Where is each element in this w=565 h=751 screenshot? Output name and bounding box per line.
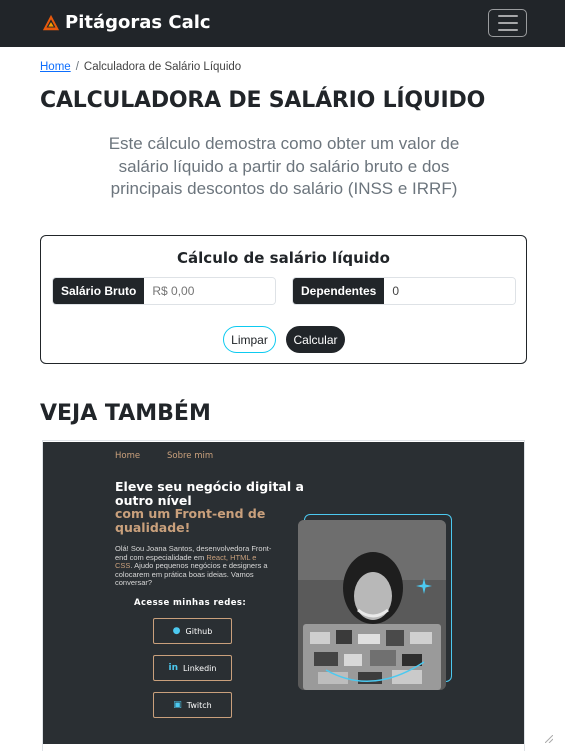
linkedin-icon: in — [168, 663, 179, 673]
breadcrumb-separator: / — [75, 61, 79, 73]
brand-link[interactable]: Pitágoras Calc — [42, 12, 211, 33]
preview-intro-text: Olá! Sou Joana Santos, desenvolvedora Fr… — [115, 544, 275, 588]
navbar: Pitágoras Calc — [0, 0, 565, 47]
portrait-illustration — [298, 520, 446, 690]
preview-intro-part: . Ajudo pequenos negócios e designers a … — [115, 561, 268, 588]
preview-github-button[interactable]: ● Github — [153, 618, 232, 644]
salary-input-group: Salário Bruto — [52, 277, 276, 305]
calculator-title: Cálculo de salário líquido — [177, 249, 390, 267]
preview-headline-accent: com um Front-end de qualidade! — [115, 506, 266, 535]
hamburger-line — [497, 22, 518, 24]
hamburger-line — [497, 29, 518, 31]
see-also-title: VEJA TAMBÉM — [40, 401, 211, 426]
calculate-button[interactable]: Calcular — [286, 326, 345, 353]
preview-github-label: Github — [185, 626, 213, 636]
salary-input[interactable] — [144, 278, 275, 304]
menu-toggle-button[interactable] — [488, 9, 527, 37]
salary-label: Salário Bruto — [53, 278, 145, 304]
github-icon: ● — [172, 626, 181, 636]
resize-handle-icon[interactable] — [545, 735, 553, 743]
preview-twitch-label: Twitch — [186, 700, 212, 710]
preview-linkedin-button[interactable]: in Linkedin — [153, 655, 232, 681]
preview-nav-about[interactable]: Sobre mim — [167, 451, 213, 461]
preview-linkedin-label: Linkedin — [183, 663, 217, 673]
project-preview[interactable]: Home Sobre mim Eleve seu negócio digital… — [43, 442, 524, 744]
preview-photo — [298, 514, 452, 690]
page-lead-text: Este cálculo demostra como obter um valo… — [108, 134, 460, 198]
preview-headline: Eleve seu negócio digital a outro nível — [115, 479, 304, 508]
twitch-icon: ▣ — [173, 700, 182, 710]
preview-nav-home[interactable]: Home — [115, 451, 140, 461]
preview-social-title: Acesse minhas redes: — [134, 598, 247, 608]
pyramid-logo-icon — [42, 14, 60, 30]
portrait-image — [298, 520, 446, 690]
dependents-input[interactable] — [384, 278, 515, 304]
breadcrumb: Home / Calculadora de Salário Líquido — [40, 61, 241, 73]
clear-button[interactable]: Limpar — [223, 326, 276, 353]
breadcrumb-current: Calculadora de Salário Líquido — [83, 61, 242, 73]
dependents-label: Dependentes — [293, 278, 385, 304]
brand-name: Pitágoras Calc — [65, 12, 211, 33]
dependents-input-group: Dependentes ▲ ▼ — [292, 277, 516, 305]
breadcrumb-home-link[interactable]: Home — [40, 61, 71, 73]
calculator-card: Cálculo de salário líquido Salário Bruto… — [40, 235, 527, 364]
sparkle-icon — [416, 578, 432, 594]
preview-twitch-button[interactable]: ▣ Twitch — [153, 692, 232, 718]
page-title: CALCULADORA DE SALÁRIO LÍQUIDO — [40, 88, 486, 113]
hamburger-menu-icon — [497, 15, 518, 17]
